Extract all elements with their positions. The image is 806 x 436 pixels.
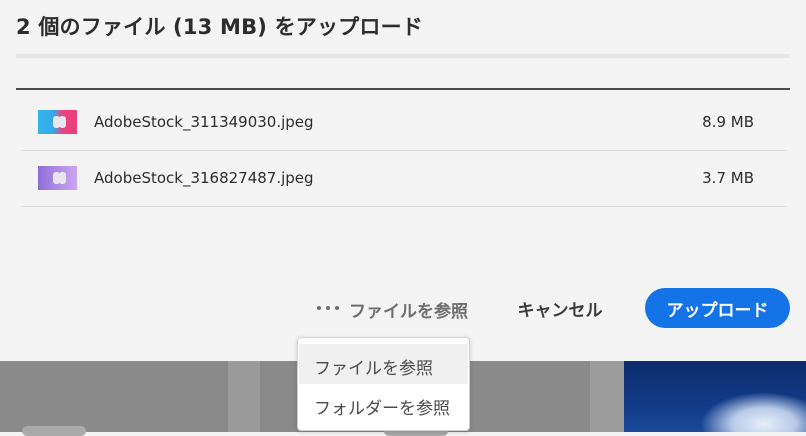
file-thumbnail (38, 166, 77, 190)
file-size: 8.9 MB (702, 113, 754, 131)
file-name: AdobeStock_311349030.jpeg (94, 113, 314, 131)
cancel-button[interactable]: キャンセル (500, 288, 620, 328)
upload-progress-track (16, 54, 790, 58)
background-image-detail (700, 392, 806, 432)
upload-button[interactable]: アップロード (645, 288, 790, 328)
browse-dropdown-menu: ファイルを参照 フォルダーを参照 (297, 337, 470, 431)
file-thumbnail (38, 110, 77, 134)
dialog-title: 2 個のファイル (13 MB) をアップロード (16, 15, 423, 39)
file-list-divider (16, 88, 790, 90)
menu-item-label: ファイルを参照 (314, 359, 433, 379)
menu-item-browse-folder[interactable]: フォルダーを参照 (299, 384, 468, 424)
background-badge (22, 426, 86, 436)
menu-item-browse-files[interactable]: ファイルを参照 (299, 344, 468, 384)
more-options-icon[interactable] (316, 301, 340, 315)
thumbnail-content (59, 116, 66, 128)
background-gap (228, 361, 260, 432)
background-gap (590, 361, 624, 432)
file-name: AdobeStock_316827487.jpeg (94, 169, 314, 187)
menu-item-label: フォルダーを参照 (314, 399, 450, 419)
thumbnail-content (59, 172, 66, 184)
upload-dialog: 2 個のファイル (13 MB) をアップロード AdobeStock_3113… (0, 0, 806, 361)
file-row: AdobeStock_316827487.jpeg 3.7 MB (22, 150, 786, 207)
browse-files-button[interactable]: ファイルを参照 (349, 297, 468, 322)
file-row: AdobeStock_311349030.jpeg 8.9 MB (22, 94, 786, 151)
file-size: 3.7 MB (702, 169, 754, 187)
background-tile (0, 361, 228, 432)
